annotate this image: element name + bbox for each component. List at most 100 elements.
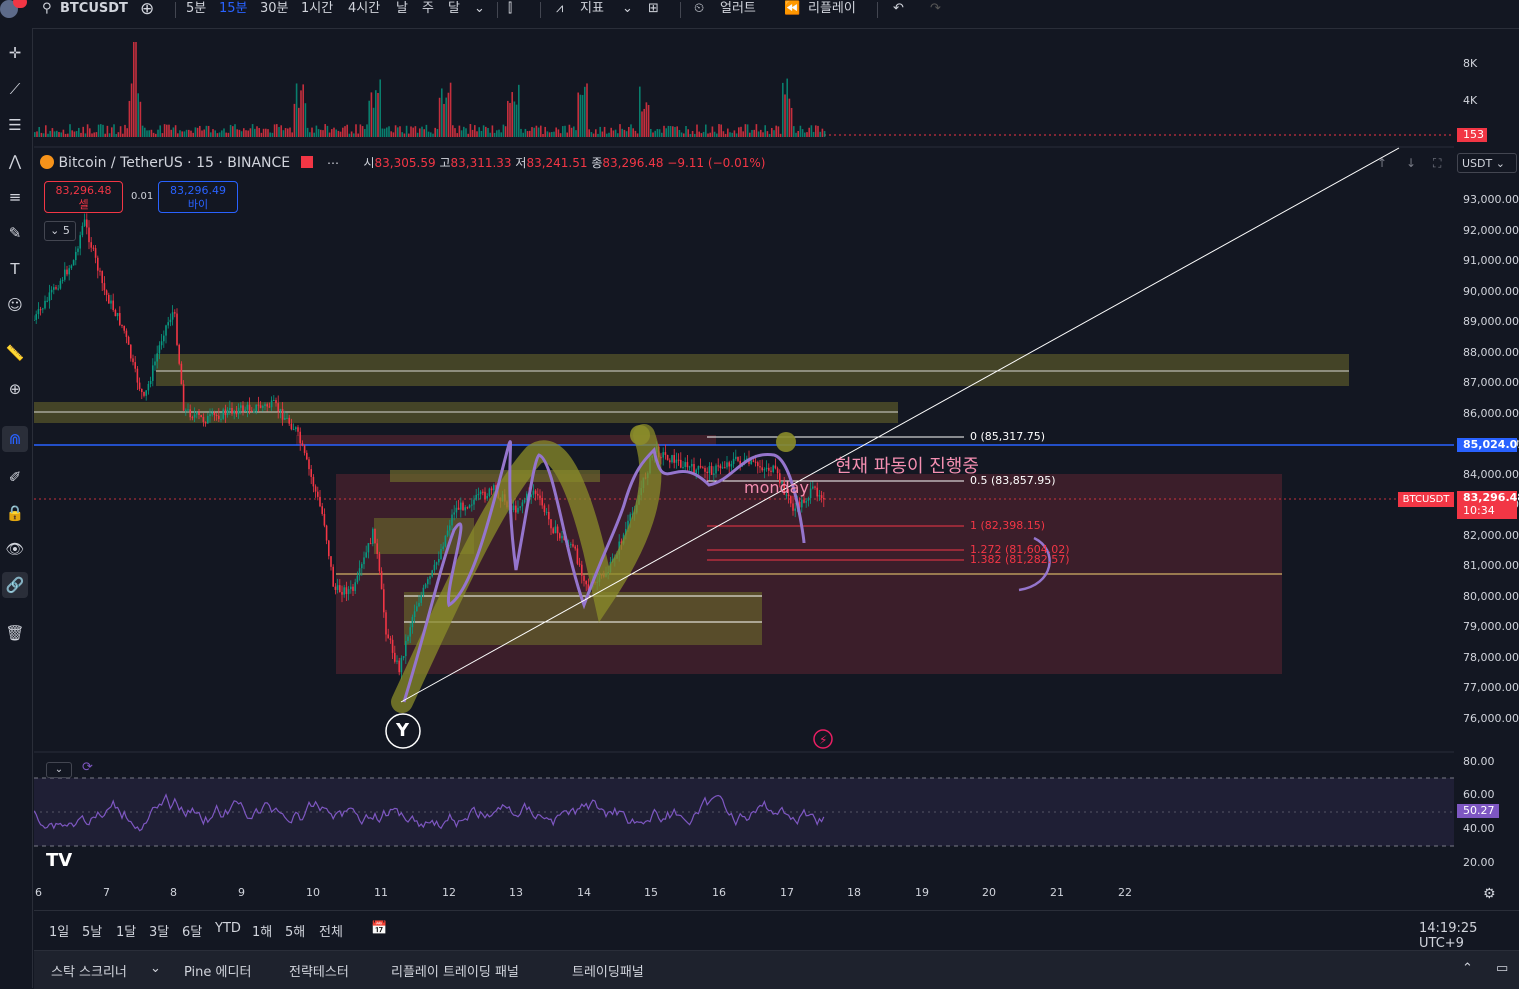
volume-bar [324, 124, 326, 137]
candle-body [550, 519, 552, 529]
brush-icon[interactable]: ✎ [2, 220, 28, 246]
zone-upper-yellow[interactable] [156, 354, 1349, 386]
candle-body [141, 388, 143, 392]
pattern-icon[interactable]: ⋀ [2, 148, 28, 174]
text-icon[interactable]: T [2, 256, 28, 282]
volume-bar [58, 132, 60, 137]
price-label: 86,000.00 [1463, 406, 1519, 420]
volume-bar [177, 133, 179, 137]
compare-add-icon[interactable]: ⊕ [140, 0, 154, 20]
korean-annotation[interactable]: 현재 파동이 진행중 [835, 452, 979, 478]
interval-30m[interactable]: 30분 [260, 0, 289, 20]
replay-button[interactable]: 리플레이 [808, 0, 856, 20]
candle-body [680, 459, 682, 468]
candle-body [710, 466, 713, 475]
lock-drawing-icon[interactable]: ✐ [2, 464, 28, 490]
interval-month[interactable]: 달 [448, 0, 460, 20]
buy-button[interactable]: 83,296.49 바이 [158, 181, 238, 213]
interval-day[interactable]: 날 [396, 0, 408, 20]
fib-level-1382: 1.382 (81,282.57) [970, 553, 1070, 566]
range-5y[interactable]: 5해 [285, 921, 305, 940]
trendline-icon[interactable]: ⟋ [2, 76, 28, 102]
scroll-down-icon[interactable]: ↓ [1406, 156, 1416, 170]
link-icon[interactable]: 🔗 [2, 572, 28, 598]
candle-body [677, 459, 680, 461]
chevron-down-icon[interactable]: ⌄ [474, 0, 485, 20]
maximize-panel-icon[interactable]: ▭ [1496, 961, 1508, 976]
crosshair-icon[interactable]: ✛ [2, 40, 28, 66]
symbol-legend[interactable]: Bitcoin / TetherUS · 15 · BINANCE ⋯ 시83,… [40, 154, 765, 174]
price-label: 79,000.00 [1463, 620, 1519, 633]
currency-select[interactable]: USDT ⌄ [1457, 153, 1517, 173]
candle-body [81, 225, 84, 236]
indicators-button[interactable]: 지표 [580, 0, 604, 20]
redo-icon[interactable]: ↷ [930, 0, 941, 20]
interval-5m[interactable]: 5분 [186, 0, 206, 20]
range-1y[interactable]: 1해 [252, 921, 272, 940]
volume-bar [753, 129, 755, 137]
fullscreen-icon[interactable]: ⛶ [1433, 156, 1441, 171]
tab-strategy-tester[interactable]: 전략테스터 [289, 961, 349, 980]
ruler-icon[interactable]: 📏 [2, 340, 28, 366]
volume-bar [707, 133, 709, 137]
lock-icon[interactable]: 🔒 [2, 500, 28, 526]
symbol-search[interactable]: BTCUSDT [60, 0, 128, 20]
volume-bar [205, 125, 208, 137]
volume-bar [742, 131, 744, 137]
calendar-icon[interactable]: 📅 [371, 921, 387, 936]
projection-icon[interactable]: ≡ [2, 184, 28, 210]
alert-icon[interactable]: ⏲ [694, 0, 704, 20]
candle-body [354, 582, 356, 591]
emoji-icon[interactable]: ☺ [2, 292, 28, 318]
volume-bar [320, 129, 322, 137]
collapse-panel-icon[interactable]: ⌃ [1462, 961, 1473, 976]
chevron-down-icon[interactable]: ⌄ [150, 961, 161, 976]
monday-annotation[interactable]: monday [744, 478, 809, 497]
price-axis[interactable]: 8K 4K 153 USDT ⌄ 93,000.00 92,000.00 91,00… [1455, 30, 1519, 908]
search-icon[interactable]: ⚲ [42, 0, 52, 20]
interval-week[interactable]: 주 [422, 0, 434, 20]
replay-icon[interactable]: ⏪ [784, 0, 800, 20]
undo-icon[interactable]: ↶ [893, 0, 904, 20]
volume-bar [372, 107, 375, 137]
magnet-icon[interactable]: ⋒ [2, 426, 28, 452]
wave-label-y[interactable]: Y [396, 720, 409, 741]
more-icon[interactable]: ⋯ [327, 156, 339, 170]
rsi-settings-icon[interactable]: ⟳ [82, 760, 93, 775]
volume-bar [740, 126, 742, 137]
interval-1h[interactable]: 1시간 [301, 0, 333, 20]
range-ytd[interactable]: YTD [215, 921, 241, 936]
layout-grid-icon[interactable]: ⊞ [648, 0, 659, 20]
horizontal-lines-icon[interactable]: ☰ [2, 112, 28, 138]
indicators-icon[interactable]: ⩘ [556, 0, 563, 20]
range-1m[interactable]: 1달 [116, 921, 136, 940]
sell-button[interactable]: 83,296.48 셀 [44, 181, 123, 213]
candle-body [774, 465, 777, 469]
range-1d[interactable]: 1일 [49, 921, 69, 940]
tab-pine-editor[interactable]: Pine 에디터 [184, 961, 251, 980]
candle-body [136, 368, 139, 383]
range-6m[interactable]: 6달 [182, 921, 202, 940]
trash-icon[interactable]: 🗑 [2, 620, 28, 646]
candle-type-icon[interactable]: ⫿ [508, 0, 512, 20]
zoom-icon[interactable]: ⊕ [2, 376, 28, 402]
tab-replay-trading[interactable]: 리플레이 트레이딩 패널 [391, 961, 519, 980]
tab-trading-panel[interactable]: 트레이딩패널 [572, 961, 644, 980]
eye-icon[interactable]: 👁 [2, 536, 28, 562]
indicators-collapse-button[interactable]: ⌄ 5 [44, 221, 76, 241]
range-3m[interactable]: 3달 [149, 921, 169, 940]
interval-15m[interactable]: 15분 [219, 0, 248, 20]
chevron-down-icon[interactable]: ⌄ [622, 0, 633, 20]
range-all[interactable]: 전체 [319, 921, 343, 940]
tab-stock-screener[interactable]: 스탁 스크리너 [51, 961, 127, 980]
price-label: 89,000.00 [1463, 315, 1519, 328]
alert-button[interactable]: 얼러트 [720, 0, 756, 20]
interval-4h[interactable]: 4시간 [348, 0, 380, 20]
range-5d[interactable]: 5날 [82, 921, 102, 940]
flag-icon[interactable] [300, 156, 313, 168]
volume-bar [658, 129, 661, 137]
scroll-up-icon[interactable]: ↑ [1377, 156, 1387, 170]
settings-gear-icon[interactable]: ⚙ [1483, 886, 1496, 902]
clock[interactable]: 14:19:25 UTC+9 [1419, 921, 1519, 951]
rsi-collapse-button[interactable]: ⌄ [46, 762, 72, 778]
